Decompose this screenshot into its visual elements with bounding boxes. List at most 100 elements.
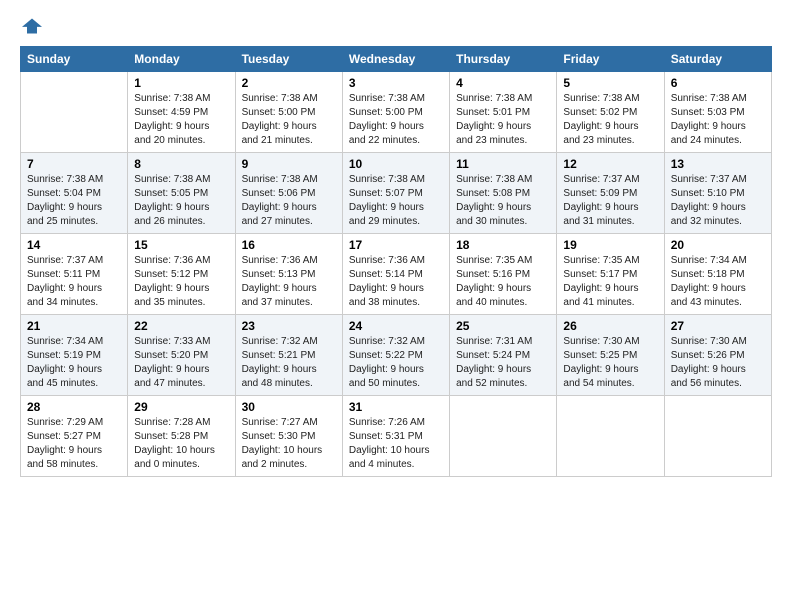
day-number: 10 bbox=[349, 157, 443, 171]
logo bbox=[20, 16, 42, 36]
day-cell: 8 Sunrise: 7:38 AM Sunset: 5:05 PM Dayli… bbox=[128, 152, 235, 233]
sunrise-text: Sunrise: 7:36 AM bbox=[349, 255, 425, 266]
day-cell: 27 Sunrise: 7:30 AM Sunset: 5:26 PM Dayl… bbox=[664, 314, 771, 395]
sunset-text: Sunset: 5:08 PM bbox=[456, 188, 530, 199]
day-cell: 30 Sunrise: 7:27 AM Sunset: 5:30 PM Dayl… bbox=[235, 395, 342, 476]
sunset-text: Sunset: 5:27 PM bbox=[27, 431, 101, 442]
day-number: 4 bbox=[456, 76, 550, 90]
sunrise-text: Sunrise: 7:37 AM bbox=[563, 174, 639, 185]
day-number: 18 bbox=[456, 238, 550, 252]
day-header-tuesday: Tuesday bbox=[235, 46, 342, 71]
day-info: Sunrise: 7:30 AM Sunset: 5:25 PM Dayligh… bbox=[563, 335, 657, 391]
daylight-text: Daylight: 10 hours and 0 minutes. bbox=[134, 445, 215, 470]
sunrise-text: Sunrise: 7:28 AM bbox=[134, 417, 210, 428]
daylight-text: Daylight: 9 hours and 41 minutes. bbox=[563, 283, 638, 308]
sunrise-text: Sunrise: 7:30 AM bbox=[671, 336, 747, 347]
sunset-text: Sunset: 5:13 PM bbox=[242, 269, 316, 280]
daylight-text: Daylight: 9 hours and 45 minutes. bbox=[27, 364, 102, 389]
sunrise-text: Sunrise: 7:38 AM bbox=[456, 174, 532, 185]
sunset-text: Sunset: 5:31 PM bbox=[349, 431, 423, 442]
sunset-text: Sunset: 5:07 PM bbox=[349, 188, 423, 199]
calendar-table: SundayMondayTuesdayWednesdayThursdayFrid… bbox=[20, 46, 772, 477]
sunset-text: Sunset: 5:01 PM bbox=[456, 107, 530, 118]
day-cell: 14 Sunrise: 7:37 AM Sunset: 5:11 PM Dayl… bbox=[21, 233, 128, 314]
day-cell bbox=[21, 71, 128, 152]
day-number: 2 bbox=[242, 76, 336, 90]
sunrise-text: Sunrise: 7:38 AM bbox=[563, 93, 639, 104]
sunrise-text: Sunrise: 7:27 AM bbox=[242, 417, 318, 428]
day-number: 11 bbox=[456, 157, 550, 171]
day-number: 6 bbox=[671, 76, 765, 90]
sunset-text: Sunset: 5:02 PM bbox=[563, 107, 637, 118]
sunset-text: Sunset: 5:06 PM bbox=[242, 188, 316, 199]
day-cell: 5 Sunrise: 7:38 AM Sunset: 5:02 PM Dayli… bbox=[557, 71, 664, 152]
day-info: Sunrise: 7:27 AM Sunset: 5:30 PM Dayligh… bbox=[242, 416, 336, 472]
sunrise-text: Sunrise: 7:31 AM bbox=[456, 336, 532, 347]
day-cell: 25 Sunrise: 7:31 AM Sunset: 5:24 PM Dayl… bbox=[450, 314, 557, 395]
day-cell: 2 Sunrise: 7:38 AM Sunset: 5:00 PM Dayli… bbox=[235, 71, 342, 152]
sunset-text: Sunset: 5:17 PM bbox=[563, 269, 637, 280]
daylight-text: Daylight: 9 hours and 38 minutes. bbox=[349, 283, 424, 308]
daylight-text: Daylight: 9 hours and 43 minutes. bbox=[671, 283, 746, 308]
sunset-text: Sunset: 5:00 PM bbox=[242, 107, 316, 118]
day-header-friday: Friday bbox=[557, 46, 664, 71]
day-cell: 26 Sunrise: 7:30 AM Sunset: 5:25 PM Dayl… bbox=[557, 314, 664, 395]
day-number: 1 bbox=[134, 76, 228, 90]
daylight-text: Daylight: 9 hours and 50 minutes. bbox=[349, 364, 424, 389]
sunrise-text: Sunrise: 7:38 AM bbox=[456, 93, 532, 104]
sunset-text: Sunset: 5:30 PM bbox=[242, 431, 316, 442]
day-number: 23 bbox=[242, 319, 336, 333]
week-row-1: 1 Sunrise: 7:38 AM Sunset: 4:59 PM Dayli… bbox=[21, 71, 772, 152]
sunset-text: Sunset: 5:25 PM bbox=[563, 350, 637, 361]
sunset-text: Sunset: 5:22 PM bbox=[349, 350, 423, 361]
sunrise-text: Sunrise: 7:34 AM bbox=[27, 336, 103, 347]
day-info: Sunrise: 7:38 AM Sunset: 5:05 PM Dayligh… bbox=[134, 173, 228, 229]
day-info: Sunrise: 7:37 AM Sunset: 5:11 PM Dayligh… bbox=[27, 254, 121, 310]
day-info: Sunrise: 7:36 AM Sunset: 5:14 PM Dayligh… bbox=[349, 254, 443, 310]
day-number: 7 bbox=[27, 157, 121, 171]
day-info: Sunrise: 7:26 AM Sunset: 5:31 PM Dayligh… bbox=[349, 416, 443, 472]
day-number: 13 bbox=[671, 157, 765, 171]
day-cell: 29 Sunrise: 7:28 AM Sunset: 5:28 PM Dayl… bbox=[128, 395, 235, 476]
day-info: Sunrise: 7:32 AM Sunset: 5:21 PM Dayligh… bbox=[242, 335, 336, 391]
day-cell: 9 Sunrise: 7:38 AM Sunset: 5:06 PM Dayli… bbox=[235, 152, 342, 233]
day-cell: 16 Sunrise: 7:36 AM Sunset: 5:13 PM Dayl… bbox=[235, 233, 342, 314]
day-number: 14 bbox=[27, 238, 121, 252]
sunset-text: Sunset: 5:03 PM bbox=[671, 107, 745, 118]
day-number: 31 bbox=[349, 400, 443, 414]
daylight-text: Daylight: 9 hours and 35 minutes. bbox=[134, 283, 209, 308]
day-header-wednesday: Wednesday bbox=[342, 46, 449, 71]
day-cell: 23 Sunrise: 7:32 AM Sunset: 5:21 PM Dayl… bbox=[235, 314, 342, 395]
sunset-text: Sunset: 5:16 PM bbox=[456, 269, 530, 280]
day-info: Sunrise: 7:38 AM Sunset: 5:08 PM Dayligh… bbox=[456, 173, 550, 229]
daylight-text: Daylight: 9 hours and 25 minutes. bbox=[27, 202, 102, 227]
daylight-text: Daylight: 9 hours and 26 minutes. bbox=[134, 202, 209, 227]
sunrise-text: Sunrise: 7:38 AM bbox=[671, 93, 747, 104]
header bbox=[20, 16, 772, 36]
day-number: 12 bbox=[563, 157, 657, 171]
header-row: SundayMondayTuesdayWednesdayThursdayFrid… bbox=[21, 46, 772, 71]
daylight-text: Daylight: 9 hours and 37 minutes. bbox=[242, 283, 317, 308]
sunset-text: Sunset: 5:18 PM bbox=[671, 269, 745, 280]
day-cell bbox=[557, 395, 664, 476]
daylight-text: Daylight: 9 hours and 30 minutes. bbox=[456, 202, 531, 227]
day-cell: 15 Sunrise: 7:36 AM Sunset: 5:12 PM Dayl… bbox=[128, 233, 235, 314]
day-number: 19 bbox=[563, 238, 657, 252]
day-info: Sunrise: 7:38 AM Sunset: 5:00 PM Dayligh… bbox=[242, 92, 336, 148]
sunrise-text: Sunrise: 7:32 AM bbox=[242, 336, 318, 347]
day-cell: 3 Sunrise: 7:38 AM Sunset: 5:00 PM Dayli… bbox=[342, 71, 449, 152]
day-info: Sunrise: 7:38 AM Sunset: 5:01 PM Dayligh… bbox=[456, 92, 550, 148]
day-number: 15 bbox=[134, 238, 228, 252]
day-info: Sunrise: 7:37 AM Sunset: 5:10 PM Dayligh… bbox=[671, 173, 765, 229]
week-row-2: 7 Sunrise: 7:38 AM Sunset: 5:04 PM Dayli… bbox=[21, 152, 772, 233]
sunrise-text: Sunrise: 7:38 AM bbox=[349, 93, 425, 104]
sunset-text: Sunset: 5:20 PM bbox=[134, 350, 208, 361]
day-info: Sunrise: 7:38 AM Sunset: 5:00 PM Dayligh… bbox=[349, 92, 443, 148]
daylight-text: Daylight: 10 hours and 4 minutes. bbox=[349, 445, 430, 470]
day-info: Sunrise: 7:35 AM Sunset: 5:17 PM Dayligh… bbox=[563, 254, 657, 310]
sunrise-text: Sunrise: 7:38 AM bbox=[134, 174, 210, 185]
sunrise-text: Sunrise: 7:35 AM bbox=[563, 255, 639, 266]
daylight-text: Daylight: 9 hours and 48 minutes. bbox=[242, 364, 317, 389]
day-header-thursday: Thursday bbox=[450, 46, 557, 71]
daylight-text: Daylight: 10 hours and 2 minutes. bbox=[242, 445, 323, 470]
